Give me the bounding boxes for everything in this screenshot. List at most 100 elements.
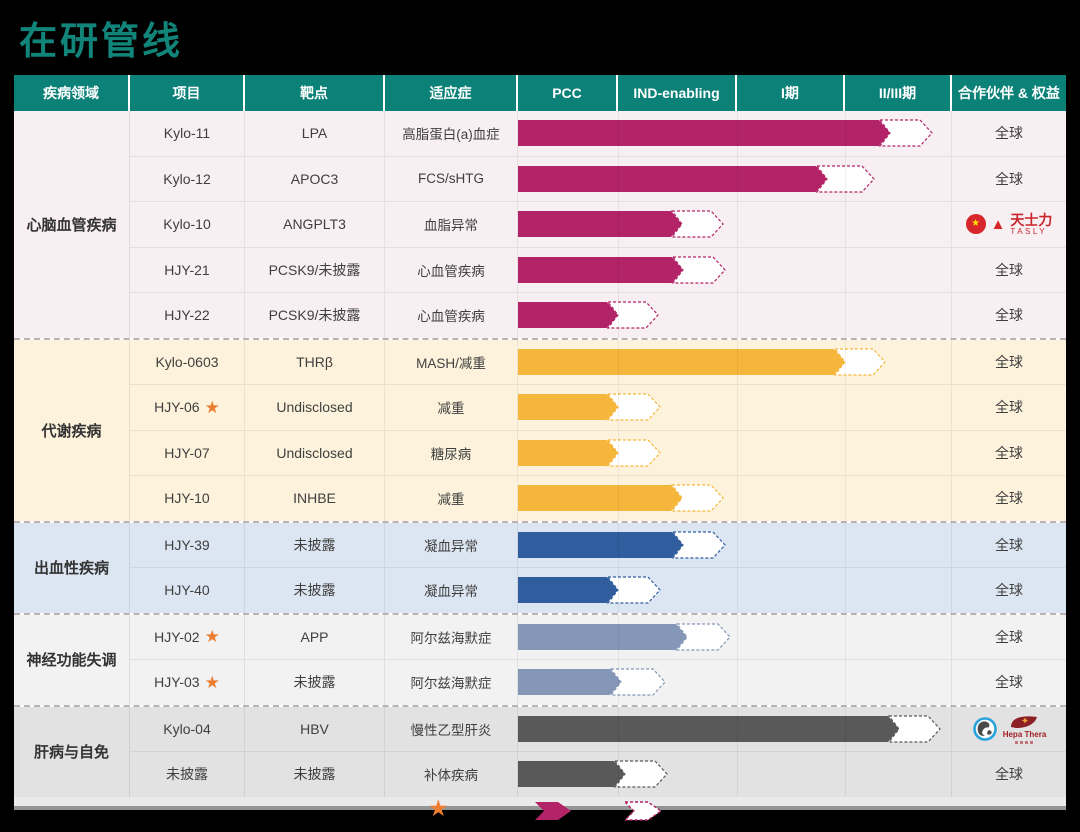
pipeline-row: HJY-39未披露凝血异常全球 bbox=[130, 523, 1066, 568]
phase-gridline bbox=[845, 111, 846, 156]
project-cell: HJY-03★ bbox=[130, 660, 245, 705]
disease-area-label: 出血性疾病 bbox=[14, 523, 130, 613]
pipeline-row: Kylo-04HBV慢性乙型肝炎Hepa Thera bbox=[130, 707, 1066, 752]
project-name: Kylo-0603 bbox=[155, 354, 218, 370]
header-cell: 项目 bbox=[130, 75, 245, 111]
disease-group: 肝病与自免Kylo-04HBV慢性乙型肝炎Hepa Thera未披露未披露补体疾… bbox=[14, 705, 1066, 797]
project-cell: Kylo-10 bbox=[130, 202, 245, 247]
disease-area-label: 代谢疾病 bbox=[14, 340, 130, 521]
pipeline-row: HJY-40未披露凝血异常全球 bbox=[130, 567, 1066, 613]
phase-gridline bbox=[618, 202, 619, 247]
indication-cell: 补体疾病 bbox=[385, 752, 518, 797]
partner-global-label: 全球 bbox=[995, 169, 1023, 189]
project-name: HJY-21 bbox=[164, 262, 209, 278]
partner-cell: Hepa Thera bbox=[952, 707, 1066, 752]
project-name: HJY-39 bbox=[164, 537, 209, 553]
phase-gridline bbox=[618, 340, 619, 385]
progress-bar-solid bbox=[518, 211, 682, 237]
phase-bar-cell bbox=[518, 707, 952, 752]
indication-cell: MASH/减重 bbox=[385, 340, 518, 385]
group-rows: HJY-39未披露凝血异常全球HJY-40未披露凝血异常全球 bbox=[130, 523, 1066, 613]
progress-bar-solid bbox=[518, 440, 618, 466]
pipeline-row: Kylo-10ANGPLT3血脂异常★▲天士力TASLY bbox=[130, 201, 1066, 247]
indication-cell: 血脂异常 bbox=[385, 202, 518, 247]
progress-bar-solid bbox=[518, 532, 683, 558]
pipeline-row: HJY-21PCSK9/未披露心血管疾病全球 bbox=[130, 247, 1066, 293]
project-name: HJY-03 bbox=[154, 674, 199, 690]
partner-cell: 全球 bbox=[952, 111, 1066, 156]
project-cell: HJY-40 bbox=[130, 568, 245, 613]
phase-gridline bbox=[737, 111, 738, 156]
phase-gridline bbox=[618, 431, 619, 476]
pipeline-slide: 在研管线 疾病领域项目靶点适应症PCCIND-enablingI期II/III期… bbox=[0, 0, 1080, 832]
phase-gridline bbox=[737, 615, 738, 660]
phase-gridline bbox=[845, 248, 846, 293]
project-cell: HJY-39 bbox=[130, 523, 245, 568]
phase-gridline bbox=[845, 752, 846, 797]
progress-bar bbox=[518, 623, 744, 651]
partner-global-label: 全球 bbox=[995, 397, 1023, 417]
phase-bar-cell bbox=[518, 476, 952, 521]
tasly-name: 天士力 bbox=[1010, 213, 1052, 227]
project-name: HJY-22 bbox=[164, 307, 209, 323]
project-name: Kylo-04 bbox=[163, 721, 210, 737]
subtext-block bbox=[1015, 741, 1018, 744]
phase-bar-cell bbox=[518, 431, 952, 476]
flag-star-icon: ★ bbox=[971, 219, 980, 229]
project-cell: HJY-02★ bbox=[130, 615, 245, 660]
partner-cell: 全球 bbox=[952, 476, 1066, 521]
partner-global-label: 全球 bbox=[995, 627, 1023, 647]
phase-gridline bbox=[845, 660, 846, 705]
group-rows: Kylo-11LPA高脂蛋白(a)血症全球Kylo-12APOC3FCS/sHT… bbox=[130, 111, 1066, 338]
phase-gridline bbox=[845, 523, 846, 568]
target-cell: APOC3 bbox=[245, 157, 385, 202]
partner-global-label: 全球 bbox=[995, 580, 1023, 600]
indication-cell: 凝血异常 bbox=[385, 568, 518, 613]
progress-bar bbox=[518, 484, 737, 512]
project-name: Kylo-11 bbox=[164, 125, 210, 141]
progress-bar-solid bbox=[518, 166, 827, 192]
phase-gridline bbox=[845, 431, 846, 476]
phase-gridline bbox=[737, 707, 738, 752]
pipeline-row: HJY-07Undisclosed糖尿病全球 bbox=[130, 430, 1066, 476]
progress-bar-solid bbox=[518, 761, 625, 787]
target-cell: PCSK9/未披露 bbox=[245, 248, 385, 293]
indication-cell: 高脂蛋白(a)血症 bbox=[385, 111, 518, 156]
header-cell: 合作伙伴 & 权益 bbox=[952, 75, 1066, 111]
phase-gridline bbox=[737, 476, 738, 521]
phase-gridline bbox=[618, 660, 619, 705]
phase-gridline bbox=[845, 340, 846, 385]
progress-bar bbox=[518, 256, 739, 284]
pipeline-table-body: 心脑血管疾病Kylo-11LPA高脂蛋白(a)血症全球Kylo-12APOC3F… bbox=[14, 111, 1066, 797]
indication-cell: 阿尔兹海默症 bbox=[385, 615, 518, 660]
disease-area-label: 神经功能失调 bbox=[14, 615, 130, 705]
partner-global-label: 全球 bbox=[995, 488, 1023, 508]
phase-gridline bbox=[618, 385, 619, 430]
phase-gridline bbox=[845, 157, 846, 202]
progress-bar bbox=[518, 715, 951, 743]
progress-bar-solid bbox=[518, 669, 621, 695]
progress-bar-solid bbox=[518, 257, 683, 283]
phase-bar-cell bbox=[518, 385, 952, 430]
phase-bar-cell bbox=[518, 660, 952, 705]
hepathera-leaf-icon bbox=[1009, 714, 1039, 730]
header-cell: II/III期 bbox=[845, 75, 952, 111]
progress-bar-solid bbox=[518, 349, 845, 375]
target-cell: INHBE bbox=[245, 476, 385, 521]
progress-bar bbox=[518, 210, 737, 238]
target-cell: ANGPLT3 bbox=[245, 202, 385, 247]
partner-cell: 全球 bbox=[952, 752, 1066, 797]
project-cell: HJY-06★ bbox=[130, 385, 245, 430]
hepathera-subtext bbox=[1015, 741, 1033, 744]
phase-gridline bbox=[737, 293, 738, 338]
disease-group: 神经功能失调HJY-02★APP阿尔兹海默症全球HJY-03★未披露阿尔兹海默症… bbox=[14, 613, 1066, 705]
project-cell: HJY-22 bbox=[130, 293, 245, 338]
partner-global-label: 全球 bbox=[995, 443, 1023, 463]
china-flag-icon: ★ bbox=[966, 214, 986, 234]
target-cell: HBV bbox=[245, 707, 385, 752]
subtext-block bbox=[1020, 741, 1023, 744]
project-name: HJY-06 bbox=[154, 399, 199, 415]
partner-global-label: 全球 bbox=[995, 535, 1023, 555]
progress-bar-solid bbox=[518, 120, 890, 146]
project-cell: Kylo-11 bbox=[130, 111, 245, 156]
